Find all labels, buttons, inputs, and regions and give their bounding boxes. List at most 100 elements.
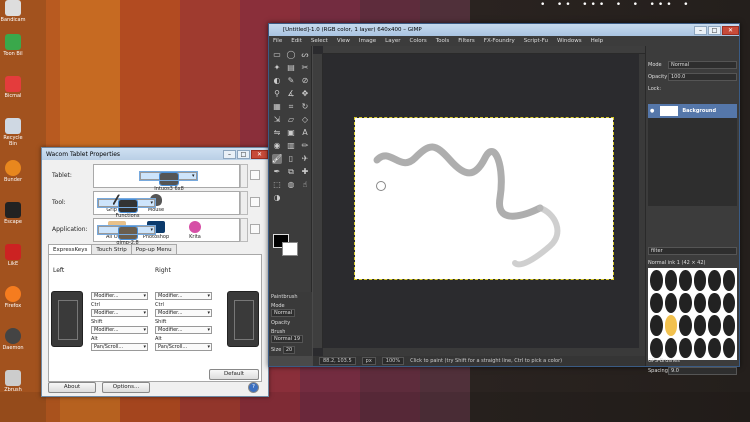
- menu-help[interactable]: Help: [591, 38, 604, 44]
- menu-layer[interactable]: Layer: [385, 38, 400, 44]
- brush-item[interactable]: [708, 270, 721, 291]
- brush-select[interactable]: Normal 19: [271, 335, 304, 343]
- text-icon[interactable]: A: [300, 128, 310, 138]
- brush-item[interactable]: [693, 337, 706, 358]
- horizontal-scrollbar[interactable]: [323, 348, 647, 356]
- measure-icon[interactable]: ∡: [286, 89, 296, 99]
- color-select-icon[interactable]: ▤: [286, 63, 296, 73]
- menu-select[interactable]: Select: [311, 38, 328, 44]
- brush-item[interactable]: [664, 315, 677, 336]
- scissors-icon[interactable]: ✂: [300, 63, 310, 73]
- left-key-1-select[interactable]: Modifier...: [91, 292, 148, 300]
- tablet-remove-button[interactable]: [250, 170, 260, 180]
- persp-clone-icon[interactable]: ⬚: [272, 180, 282, 190]
- brush-filter-field[interactable]: filter: [648, 246, 737, 255]
- gimp-close-button[interactable]: ✕: [722, 25, 739, 35]
- about-button[interactable]: About: [48, 382, 96, 393]
- maximize-button[interactable]: □: [237, 149, 250, 159]
- align-icon[interactable]: ▦: [272, 102, 282, 112]
- menu-view[interactable]: View: [337, 38, 350, 44]
- menu-tools[interactable]: Tools: [436, 38, 450, 44]
- right-key-2-select[interactable]: Modifier...: [155, 309, 212, 317]
- right-key-4-select[interactable]: Pan/Scroll...: [155, 343, 212, 351]
- clone-icon[interactable]: ⧉: [286, 167, 296, 177]
- app-item-gimp[interactable]: gimp-2.8: [97, 225, 156, 246]
- gimp-maximize-button[interactable]: □: [708, 25, 721, 35]
- cage-icon[interactable]: ▣: [286, 128, 296, 138]
- menu-file[interactable]: File: [273, 38, 282, 44]
- blur-icon[interactable]: ◍: [286, 180, 296, 190]
- color-picker-icon[interactable]: ⊘: [300, 76, 310, 86]
- menu-fx-foundry[interactable]: FX-Foundry: [484, 38, 515, 44]
- image-canvas[interactable]: [354, 117, 614, 280]
- brush-item[interactable]: [679, 270, 692, 291]
- brush-item[interactable]: [722, 270, 735, 291]
- bucket-fill-icon[interactable]: ◉: [272, 141, 282, 151]
- tablet-item-intuos[interactable]: Intuos3 6x8: [138, 171, 198, 192]
- close-button[interactable]: ✕: [251, 149, 268, 159]
- free-select-icon[interactable]: ᔕ: [300, 50, 310, 60]
- zoom-select[interactable]: 100%: [381, 357, 405, 365]
- gimp-titlebar[interactable]: [Untitled]-1.0 (RGB color, 1 layer) 640x…: [269, 24, 739, 36]
- size-field[interactable]: 20: [282, 346, 296, 354]
- brush-item[interactable]: [664, 337, 677, 358]
- brush-item[interactable]: [679, 337, 692, 358]
- paintbrush-icon[interactable]: 🖌: [272, 154, 282, 164]
- perspective-icon[interactable]: ◇: [300, 115, 310, 125]
- options-button[interactable]: Options...: [102, 382, 150, 393]
- left-key-3-select[interactable]: Modifier...: [91, 326, 148, 334]
- layer-background[interactable]: ● Background: [648, 104, 737, 118]
- default-button[interactable]: Default: [209, 369, 259, 380]
- menu-edit[interactable]: Edit: [291, 38, 302, 44]
- rotate-icon[interactable]: ↻: [300, 102, 310, 112]
- right-key-1-select[interactable]: Modifier...: [155, 292, 212, 300]
- zoom-icon[interactable]: ⚲: [272, 89, 282, 99]
- shear-icon[interactable]: ▱: [286, 115, 296, 125]
- brush-item[interactable]: [693, 270, 706, 291]
- brush-item[interactable]: [708, 315, 721, 336]
- foreground-select-icon[interactable]: ◐: [272, 76, 282, 86]
- menu-colors[interactable]: Colors: [409, 38, 426, 44]
- minimize-button[interactable]: –: [223, 149, 236, 159]
- right-key-3-select[interactable]: Modifier...: [155, 326, 212, 334]
- application-remove-button[interactable]: [250, 224, 260, 234]
- tablet-scrollbar[interactable]: [240, 164, 248, 188]
- flip-icon[interactable]: ⇋: [272, 128, 282, 138]
- gimp-minimize-button[interactable]: –: [694, 25, 707, 35]
- desktop-icon-escape[interactable]: Escape: [0, 202, 26, 225]
- brush-item[interactable]: [650, 315, 663, 336]
- menu-windows[interactable]: Windows: [557, 38, 582, 44]
- brush-item[interactable]: [679, 315, 692, 336]
- menu-image[interactable]: Image: [359, 38, 376, 44]
- brush-item[interactable]: [722, 337, 735, 358]
- ellipse-select-icon[interactable]: ◯: [286, 50, 296, 60]
- brush-item[interactable]: [650, 292, 663, 313]
- airbrush-icon[interactable]: ✈: [300, 154, 310, 164]
- brush-item[interactable]: [693, 292, 706, 313]
- application-scrollbar[interactable]: [240, 218, 248, 242]
- brush-item[interactable]: [650, 337, 663, 358]
- brush-item[interactable]: [650, 270, 663, 291]
- desktop-icon-firefox[interactable]: Firefox: [0, 286, 26, 309]
- wacom-titlebar[interactable]: Wacom Tablet Properties – □ ✕: [42, 148, 268, 160]
- rect-select-icon[interactable]: ▭: [272, 50, 282, 60]
- brush-item[interactable]: [664, 270, 677, 291]
- left-key-2-select[interactable]: Modifier...: [91, 309, 148, 317]
- tool-scrollbar[interactable]: [240, 191, 248, 215]
- paths-icon[interactable]: ✎: [286, 76, 296, 86]
- desktop-icon-daemon[interactable]: Daemon: [0, 328, 26, 351]
- spacing-field[interactable]: 9.0: [668, 366, 737, 375]
- crop-icon[interactable]: ⌗: [286, 102, 296, 112]
- eye-icon[interactable]: ●: [650, 108, 654, 114]
- layer-mode-select[interactable]: Normal: [668, 60, 737, 69]
- tool-item-functions[interactable]: Functions: [97, 198, 156, 219]
- brush-item[interactable]: [722, 315, 735, 336]
- mode-select[interactable]: Normal: [271, 309, 296, 317]
- background-color[interactable]: [282, 242, 298, 256]
- desktop-icon-bandicam[interactable]: Bandicam: [0, 0, 26, 23]
- app-item-krita[interactable]: Krita: [176, 220, 214, 240]
- dodge-icon[interactable]: ◑: [272, 193, 282, 203]
- brush-item[interactable]: [722, 292, 735, 313]
- menu-script-fu[interactable]: Script-Fu: [524, 38, 548, 44]
- fuzzy-select-icon[interactable]: ✦: [272, 63, 282, 73]
